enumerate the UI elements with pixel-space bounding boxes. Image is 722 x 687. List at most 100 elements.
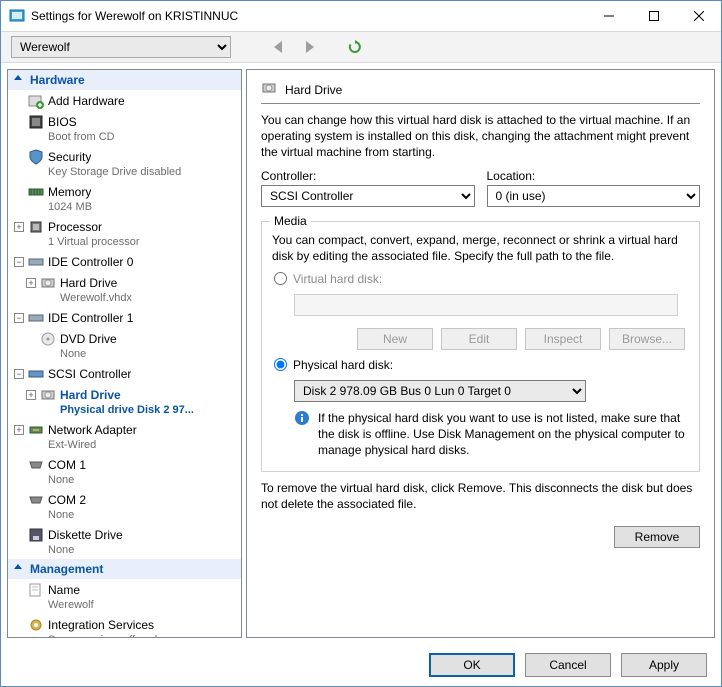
- ok-button[interactable]: OK: [429, 653, 515, 677]
- tree-label: Diskette Drive: [48, 528, 123, 542]
- tree-item-memory[interactable]: Memory 1024 MB: [8, 181, 241, 216]
- tree-item-integration-services[interactable]: Integration Services Some services offer…: [8, 614, 241, 638]
- tree-item-bios[interactable]: BIOS Boot from CD: [8, 111, 241, 146]
- tree-label: Memory: [48, 185, 91, 199]
- vm-selector[interactable]: Werewolf: [11, 36, 231, 58]
- tree-item-com2[interactable]: COM 2 None: [8, 489, 241, 524]
- panel-header: Hard Drive: [261, 80, 700, 104]
- tree-sub: Werewolf.vhdx: [14, 291, 237, 305]
- dialog-footer: OK Cancel Apply: [1, 644, 721, 686]
- name-icon: [28, 582, 44, 598]
- main-area: Hardware Add Hardware BIOS Boot from CD …: [1, 63, 721, 644]
- tree-item-security[interactable]: Security Key Storage Drive disabled: [8, 146, 241, 181]
- cancel-button[interactable]: Cancel: [525, 653, 611, 677]
- collapse-icon[interactable]: −: [14, 369, 24, 379]
- serial-port-icon: [28, 457, 44, 473]
- physical-disk-select[interactable]: Disk 2 978.09 GB Bus 0 Lun 0 Target 0: [294, 380, 586, 402]
- vhd-path-input: [294, 294, 678, 316]
- tree-label: Name: [48, 583, 80, 597]
- app-icon: [9, 8, 25, 24]
- tree-sub: None: [14, 508, 237, 522]
- tree-label: COM 2: [48, 493, 86, 507]
- tree-sub: 1024 MB: [14, 200, 237, 214]
- close-button[interactable]: [676, 2, 721, 31]
- vhd-radio-row[interactable]: Virtual hard disk:: [274, 272, 689, 286]
- reload-button[interactable]: [345, 37, 365, 57]
- tree-item-name[interactable]: Name Werewolf: [8, 579, 241, 614]
- panel-title: Hard Drive: [285, 83, 342, 97]
- phys-radio-row[interactable]: Physical hard disk:: [274, 358, 689, 372]
- media-group: Media You can compact, convert, expand, …: [261, 221, 700, 472]
- maximize-button[interactable]: [631, 2, 676, 31]
- collapse-icon[interactable]: −: [14, 257, 24, 267]
- section-hardware[interactable]: Hardware: [8, 70, 241, 90]
- shield-icon: [28, 149, 44, 165]
- vhd-radio-label: Virtual hard disk:: [293, 272, 382, 286]
- media-hint: You can compact, convert, expand, merge,…: [272, 232, 689, 264]
- tree-sub: 1 Virtual processor: [14, 235, 237, 249]
- tree-label: Processor: [48, 220, 102, 234]
- vhd-radio[interactable]: [274, 272, 287, 285]
- media-group-title: Media: [270, 214, 311, 228]
- edit-button: Edit: [441, 328, 517, 350]
- tree-sub: Key Storage Drive disabled: [14, 165, 237, 179]
- tree-sub: None: [14, 347, 237, 361]
- tree-item-diskette[interactable]: Diskette Drive None: [8, 524, 241, 559]
- tree-sub: Boot from CD: [14, 130, 237, 144]
- location-select[interactable]: 0 (in use): [487, 185, 701, 207]
- panel-description: You can change how this virtual hard dis…: [261, 112, 700, 161]
- titlebar: Settings for Werewolf on KRISTINNUC: [1, 1, 721, 31]
- bios-icon: [28, 114, 44, 130]
- tree-label: Network Adapter: [48, 423, 137, 437]
- tree-item-ide1-dvd[interactable]: DVD Drive None: [8, 328, 241, 363]
- tree-label: BIOS: [48, 115, 77, 129]
- harddrive-icon: [40, 387, 56, 403]
- collapse-icon[interactable]: −: [14, 313, 24, 323]
- browse-button: Browse...: [609, 328, 685, 350]
- tree-item-ide0-harddrive[interactable]: + Hard Drive Werewolf.vhdx: [8, 272, 241, 307]
- controller-select[interactable]: SCSI Controller: [261, 185, 475, 207]
- diskette-icon: [28, 527, 44, 543]
- nav-forward-button[interactable]: [299, 37, 319, 57]
- settings-tree[interactable]: Hardware Add Hardware BIOS Boot from CD …: [7, 69, 242, 638]
- phys-radio[interactable]: [274, 358, 287, 371]
- remove-button[interactable]: Remove: [614, 526, 700, 548]
- expand-icon[interactable]: +: [26, 390, 36, 400]
- tree-sub: Some services offered: [14, 633, 237, 638]
- processor-icon: [28, 219, 44, 235]
- tree-label: Hard Drive: [60, 388, 121, 402]
- tree-item-processor[interactable]: + Processor 1 Virtual processor: [8, 216, 241, 251]
- tree-label: SCSI Controller: [48, 367, 131, 381]
- tree-label: DVD Drive: [60, 332, 117, 346]
- location-label: Location:: [487, 169, 701, 183]
- minimize-button[interactable]: [586, 2, 631, 31]
- tree-sub: None: [14, 543, 237, 557]
- phys-info-text: If the physical hard disk you want to us…: [318, 410, 689, 459]
- apply-button[interactable]: Apply: [621, 653, 707, 677]
- controller-icon: [28, 254, 44, 270]
- tree-item-nic[interactable]: + Network Adapter Ext-Wired: [8, 419, 241, 454]
- new-button: New: [357, 328, 433, 350]
- tree-item-ide0[interactable]: − IDE Controller 0: [8, 251, 241, 272]
- serial-port-icon: [28, 492, 44, 508]
- expand-icon[interactable]: +: [14, 425, 24, 435]
- nav-back-button[interactable]: [269, 37, 289, 57]
- tree-sub: None: [14, 473, 237, 487]
- tree-item-com1[interactable]: COM 1 None: [8, 454, 241, 489]
- info-icon: [294, 410, 310, 426]
- tree-item-scsi[interactable]: − SCSI Controller: [8, 363, 241, 384]
- tree-item-add-hardware[interactable]: Add Hardware: [8, 90, 241, 111]
- section-management[interactable]: Management: [8, 559, 241, 579]
- controller-icon: [28, 310, 44, 326]
- tree-sub: Physical drive Disk 2 97...: [14, 403, 237, 417]
- expand-icon[interactable]: +: [14, 222, 24, 232]
- tree-item-ide1[interactable]: − IDE Controller 1: [8, 307, 241, 328]
- inspect-button: Inspect: [525, 328, 601, 350]
- settings-panel: Hard Drive You can change how this virtu…: [246, 69, 715, 638]
- tree-sub: Werewolf: [14, 598, 237, 612]
- tree-label: IDE Controller 1: [48, 311, 133, 325]
- tree-item-scsi-harddrive[interactable]: + Hard Drive Physical drive Disk 2 97...: [8, 384, 241, 419]
- tree-label: Security: [48, 150, 91, 164]
- expand-icon[interactable]: +: [26, 278, 36, 288]
- controller-icon: [28, 366, 44, 382]
